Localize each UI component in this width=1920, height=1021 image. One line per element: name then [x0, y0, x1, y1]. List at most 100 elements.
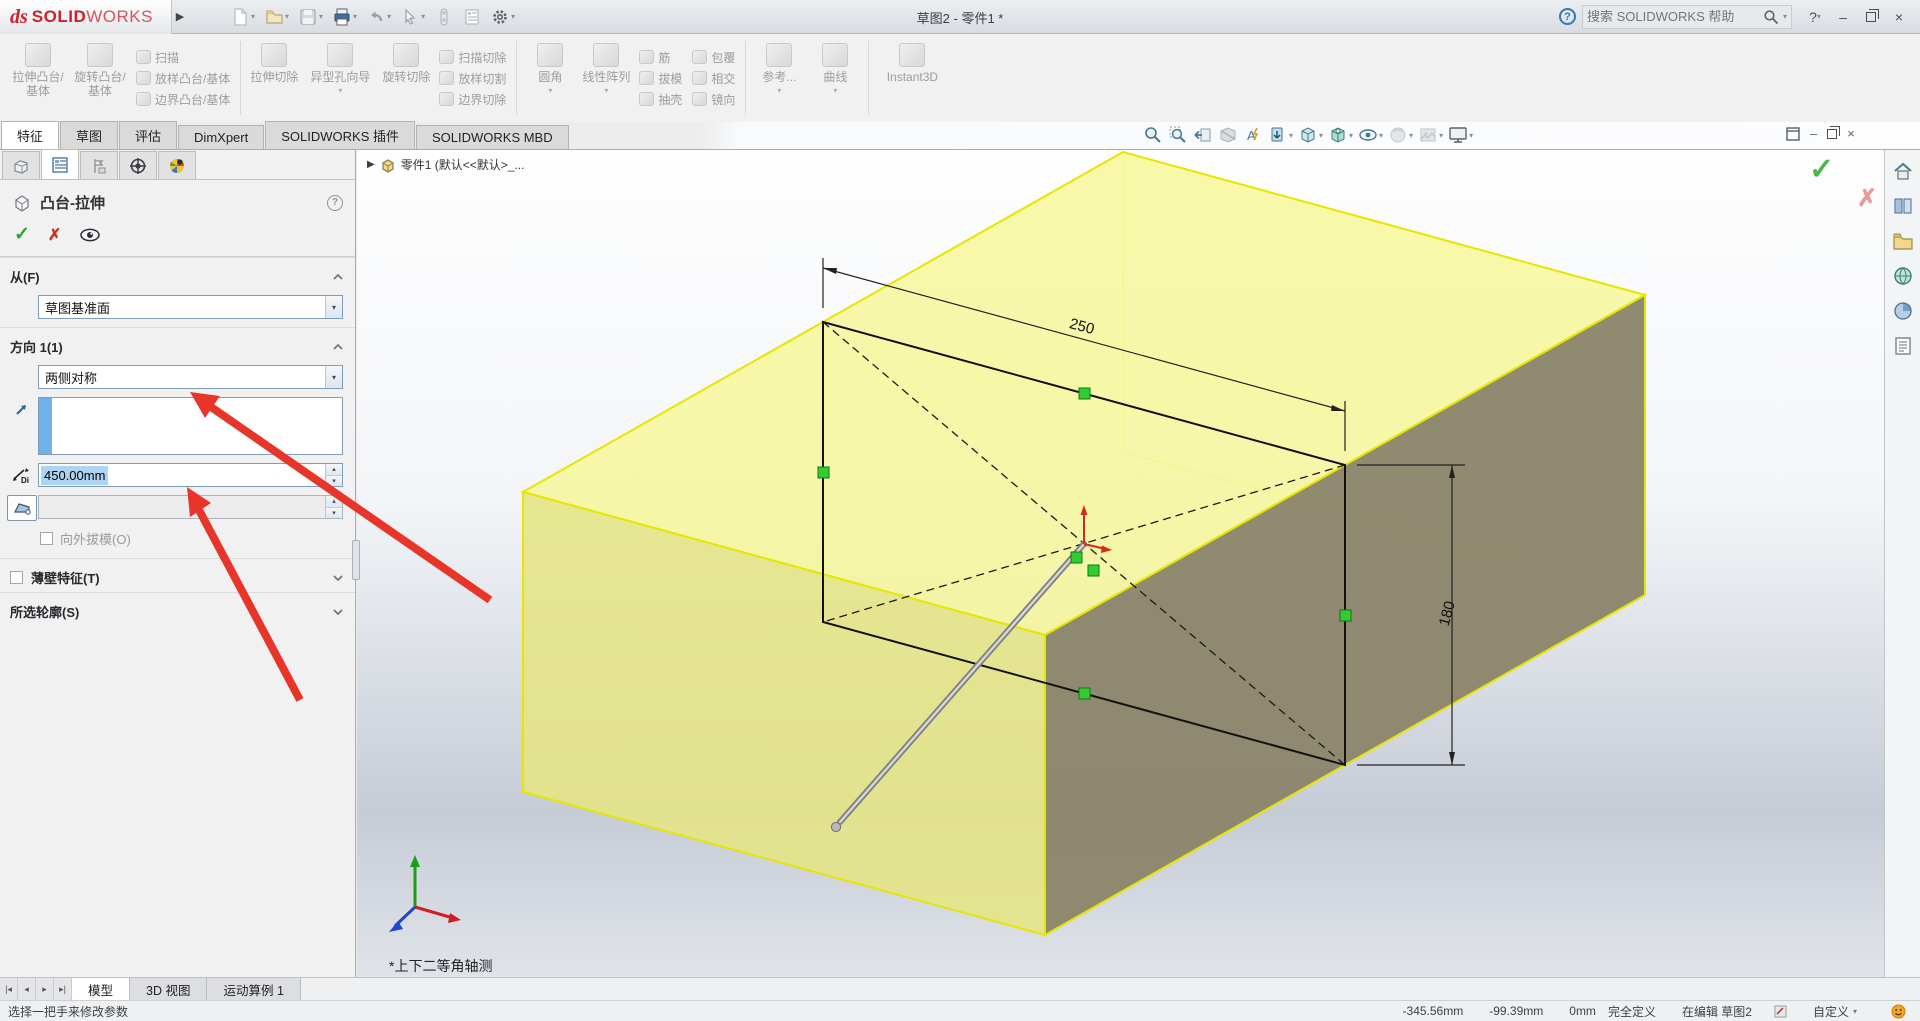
doc-minimize-icon[interactable]: – — [1810, 126, 1817, 141]
minimize-button[interactable]: – — [1830, 5, 1856, 29]
property-help-icon[interactable]: ? — [327, 194, 343, 211]
app-help-button[interactable]: ? ▾ — [1802, 5, 1828, 29]
handle-left-mid[interactable] — [817, 466, 830, 479]
save-button[interactable]: ▾ — [296, 6, 326, 28]
handle-right-mid[interactable] — [1339, 609, 1352, 622]
section-direction1-header[interactable]: 方向 1(1) — [0, 327, 355, 361]
open-button[interactable]: ▾ — [262, 6, 292, 28]
doc-restore-icon[interactable] — [1827, 125, 1841, 139]
caret-down-icon[interactable]: ▾ — [421, 12, 425, 21]
tab-motion-study[interactable]: 运动算例 1 — [207, 978, 301, 1000]
help-search-box[interactable]: ▾ — [1582, 4, 1792, 29]
caret-down-icon[interactable]: ▾ — [387, 12, 391, 21]
hole-wizard-button[interactable]: 异型孔向导 ▾ — [302, 38, 378, 118]
restore-button[interactable] — [1858, 5, 1884, 29]
feature-tree-flyout[interactable]: ▶ 零件1 (默认<<默认>_... — [367, 156, 524, 173]
feedback-area[interactable] — [1891, 1004, 1906, 1019]
rebuild-button[interactable] — [432, 6, 456, 28]
design-library-icon[interactable] — [1892, 195, 1914, 217]
boundary-cut-button[interactable]: 边界切除 — [439, 91, 506, 108]
draft-toggle-button[interactable] — [7, 495, 37, 521]
section-from-header[interactable]: 从(F) — [0, 257, 355, 291]
revolved-boss-button[interactable]: 旋转凸台/基体 — [69, 38, 131, 118]
file-explorer-icon[interactable] — [1892, 230, 1914, 252]
caret-down-icon[interactable]: ▾ — [511, 12, 515, 21]
tab-solidworks-mbd[interactable]: SOLIDWORKS MBD — [415, 125, 569, 149]
solidworks-resources-home-icon[interactable] — [1892, 160, 1914, 182]
units-caret-icon[interactable]: ▾ — [1853, 1007, 1857, 1016]
cancel-button[interactable]: ✗ — [48, 225, 61, 245]
section-view-button[interactable] — [1217, 124, 1239, 146]
view-orientation-button[interactable]: ▾ — [1327, 124, 1354, 146]
confirmation-ok-button[interactable]: ✓ — [1809, 152, 1834, 187]
dropdown-arrow-icon[interactable]: ▾ — [325, 296, 342, 318]
dimxpert-manager-tab[interactable] — [119, 151, 157, 179]
handle-top-mid[interactable] — [1078, 387, 1091, 400]
display-manager-tab[interactable] — [158, 151, 196, 179]
tab-evaluate[interactable]: 评估 — [119, 121, 178, 149]
tab-scroll-prev-button[interactable]: ◂ — [18, 978, 36, 1000]
outward-draft-checkbox[interactable] — [40, 532, 53, 545]
lofted-boss-button[interactable]: 放样凸台/基体 — [136, 70, 230, 87]
boundary-boss-button[interactable]: 边界凸台/基体 — [136, 91, 230, 108]
extruded-boss-button[interactable]: 拉伸凸台/基体 — [7, 38, 69, 118]
swept-boss-button[interactable]: 扫描 — [136, 49, 230, 66]
appearances-scenes-icon[interactable] — [1892, 300, 1914, 322]
view-palette-icon[interactable] — [1892, 265, 1914, 287]
display-style-button[interactable]: ▾ — [1297, 124, 1324, 146]
confirmation-cancel-button[interactable]: ✗ — [1857, 184, 1877, 213]
feature-manager-tree-tab[interactable] — [2, 151, 40, 179]
tab-solidworks-addins[interactable]: SOLIDWORKS 插件 — [265, 121, 415, 149]
extruded-cut-button[interactable]: 拉伸切除 — [246, 38, 302, 118]
feature-tree-root-label[interactable]: 零件1 (默认<<默认>_... — [401, 156, 525, 173]
units-selector[interactable]: 自定义 — [1813, 1003, 1849, 1020]
swept-cut-button[interactable]: 扫描切除 — [439, 49, 506, 66]
rib-button[interactable]: 筋 — [639, 49, 682, 66]
spin-up-icon[interactable]: ▴ — [326, 464, 342, 476]
reference-geometry-button[interactable]: 参考... ▾ — [751, 38, 807, 118]
tab-dimxpert[interactable]: DimXpert — [178, 125, 265, 149]
handle-center-b[interactable] — [1087, 564, 1100, 577]
tab-features[interactable]: 特征 — [1, 121, 60, 149]
tab-3d-views[interactable]: 3D 视图 — [130, 978, 208, 1000]
fillet-button[interactable]: 圆角 ▾ — [522, 38, 578, 118]
previous-view-button[interactable] — [1192, 124, 1214, 146]
linear-pattern-button[interactable]: 线性阵列 ▾ — [578, 38, 634, 118]
graphics-viewport[interactable]: 250 180 ▶ 零件1 (默认<<默认>_... *上下二等角轴测 ✓ ✗ — [357, 150, 1884, 977]
panel-splitter-handle[interactable] — [352, 540, 360, 580]
handle-bottom-mid[interactable] — [1078, 687, 1091, 700]
section-thin-feature-header[interactable]: 薄壁特征(T) — [0, 558, 355, 592]
doc-close-icon[interactable]: × — [1847, 126, 1855, 141]
appearances-button[interactable]: ▾ — [1387, 124, 1414, 146]
detailed-preview-button[interactable] — [79, 228, 101, 242]
caret-down-icon[interactable]: ▾ — [353, 12, 357, 21]
end-condition-dropdown[interactable]: 两侧对称 ▾ — [38, 365, 343, 389]
mirror-button[interactable]: 镜向 — [692, 91, 735, 108]
tab-model[interactable]: 模型 — [72, 978, 131, 1000]
hide-show-items-button[interactable]: ▾ — [1267, 124, 1294, 146]
undo-button[interactable]: ▾ — [364, 6, 394, 28]
zoom-fit-button[interactable] — [1142, 124, 1164, 146]
search-icon[interactable] — [1763, 9, 1779, 25]
flyout-expand-icon[interactable]: ▶ — [367, 159, 375, 170]
property-manager-tab[interactable] — [41, 149, 79, 179]
thin-feature-checkbox[interactable] — [10, 571, 23, 584]
search-caret-icon[interactable]: ▾ — [1783, 12, 1787, 21]
depth-input[interactable]: 450.00mm ▴ ▾ — [38, 463, 343, 487]
help-circle-icon[interactable]: ? — [1559, 8, 1576, 25]
doc-new-window-icon[interactable] — [1786, 126, 1800, 141]
wrap-button[interactable]: 包覆 — [692, 49, 735, 66]
zoom-area-button[interactable] — [1167, 124, 1189, 146]
curves-button[interactable]: 曲线 ▾ — [807, 38, 863, 118]
intersect-button[interactable]: 相交 — [692, 70, 735, 87]
close-button[interactable]: × — [1886, 5, 1912, 29]
print-button[interactable]: ▾ — [330, 6, 360, 28]
from-dropdown[interactable]: 草图基准面 ▾ — [38, 295, 343, 319]
caret-down-icon[interactable]: ▾ — [285, 12, 289, 21]
draft-button[interactable]: 拔模 — [639, 70, 682, 87]
caret-down-icon[interactable]: ▾ — [319, 12, 323, 21]
select-button[interactable]: ▾ — [398, 6, 428, 28]
hide-show-annotations-button[interactable]: A — [1242, 124, 1264, 146]
options-button[interactable]: ▾ — [488, 6, 518, 28]
lofted-cut-button[interactable]: 放样切割 — [439, 70, 506, 87]
